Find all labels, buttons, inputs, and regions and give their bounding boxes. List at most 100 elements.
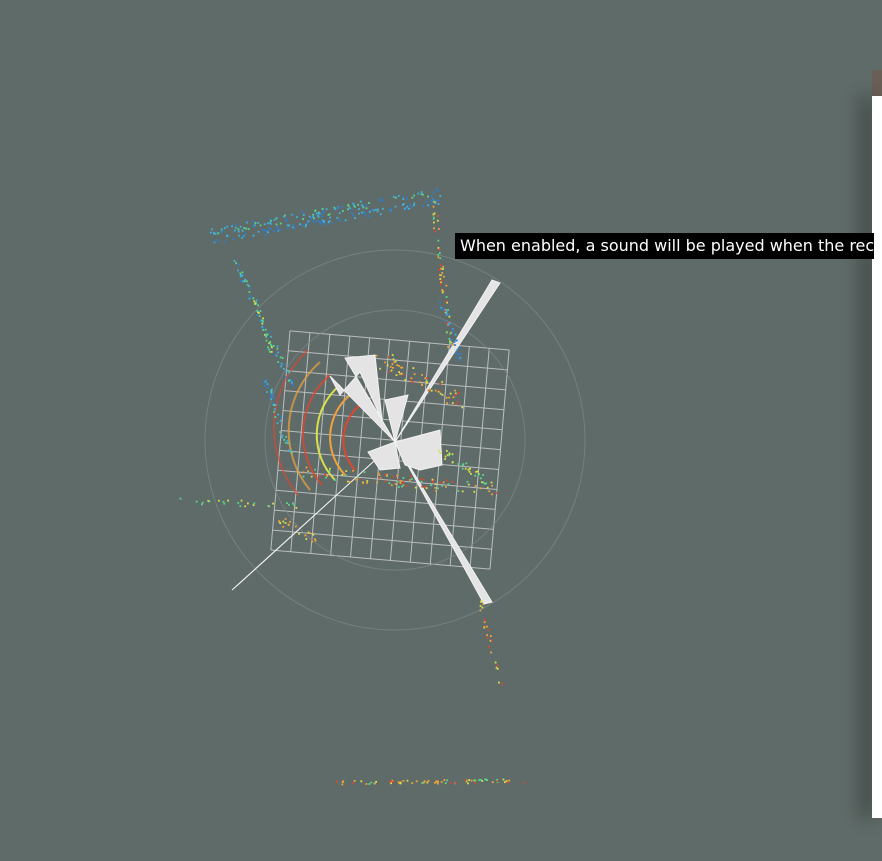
lidar-point — [444, 782, 447, 785]
lidar-point — [201, 503, 203, 506]
lidar-point — [275, 217, 278, 220]
lidar-point — [338, 212, 341, 214]
lidar-point — [388, 355, 390, 358]
lidar-point — [278, 228, 281, 231]
lidar-point — [377, 472, 380, 475]
lidar-point — [504, 781, 506, 783]
lidar-point — [426, 781, 429, 784]
lidar-point — [270, 390, 273, 393]
lidar-point — [402, 195, 405, 198]
lidar-point — [445, 486, 447, 488]
lidar-point — [254, 222, 257, 224]
lidar-point — [368, 215, 371, 218]
lidar-point — [388, 370, 391, 373]
lidar-point — [267, 222, 269, 225]
lidar-point — [345, 470, 348, 472]
lidar-point — [384, 473, 387, 476]
lidar-point — [446, 779, 449, 782]
lidar-point — [321, 210, 324, 213]
lidar-point — [213, 232, 215, 234]
lidar-point — [454, 782, 457, 785]
lidar-point — [491, 781, 494, 784]
lidar-point — [398, 371, 400, 373]
lidar-point — [442, 481, 445, 484]
lidar-point — [257, 304, 259, 307]
lidar-point — [491, 484, 493, 487]
lidar-point — [283, 215, 285, 218]
lidar-point — [267, 231, 269, 234]
grid-line — [469, 348, 490, 568]
lidar-point — [368, 783, 371, 785]
lidar-point — [223, 502, 226, 505]
grid-line — [449, 346, 470, 566]
lidar-point — [269, 227, 272, 230]
lidar-point — [420, 480, 423, 483]
lidar-point — [314, 538, 316, 540]
lidar-point — [402, 477, 405, 479]
lidar-point — [427, 195, 429, 198]
lidar-point — [436, 215, 439, 217]
lidar-point — [411, 205, 414, 208]
lidar-point — [280, 415, 283, 418]
lidar-point — [414, 486, 417, 489]
lidar-point — [410, 379, 413, 382]
lidar-point — [275, 354, 278, 357]
lidar-point — [274, 416, 277, 418]
lidar-point — [270, 395, 273, 398]
lidar-point — [436, 190, 439, 193]
lidar-point — [347, 480, 349, 483]
lidar-point — [201, 501, 204, 504]
lidar-point — [409, 204, 411, 207]
grid-line — [289, 330, 510, 351]
lidar-point — [239, 272, 242, 275]
lidar-point — [227, 499, 229, 502]
lidar-point — [508, 779, 511, 782]
lidar-point — [411, 196, 414, 199]
lidar-point — [439, 283, 442, 285]
lidar-point — [489, 635, 492, 637]
lidar-point — [233, 229, 236, 232]
lidar-point — [410, 377, 413, 380]
lidar-point — [276, 422, 279, 424]
lidar-point — [244, 278, 247, 281]
lidar-point — [473, 490, 476, 493]
lidar-point — [496, 780, 499, 783]
lidar-point — [397, 195, 400, 197]
lidar-point — [282, 520, 285, 523]
lidar-point — [365, 783, 368, 785]
lidar-point — [447, 313, 450, 316]
3d-point-cloud-viewport[interactable] — [0, 0, 882, 861]
lidar-point — [329, 216, 331, 219]
lidar-point — [438, 248, 441, 251]
lidar-point — [391, 354, 394, 356]
lidar-point — [468, 471, 471, 473]
lidar-point — [467, 483, 470, 486]
lidar-point — [482, 474, 484, 476]
lidar-point — [288, 379, 290, 382]
lidar-point — [434, 389, 437, 392]
lidar-point — [294, 525, 297, 528]
lidar-point — [455, 349, 458, 351]
lidar-point — [279, 431, 281, 433]
lidar-point — [256, 310, 259, 312]
lidar-point — [231, 225, 233, 228]
lidar-point — [325, 476, 327, 479]
side-panel[interactable] — [872, 96, 882, 818]
lidar-point — [404, 379, 407, 381]
lidar-point — [179, 497, 182, 500]
lidar-point — [302, 475, 305, 478]
lidar-point — [459, 353, 462, 356]
lidar-point — [207, 500, 210, 502]
lidar-point — [317, 214, 320, 217]
lidar-point — [269, 351, 271, 353]
lidar-point — [420, 191, 423, 193]
lidar-point — [226, 225, 229, 228]
grid-line — [276, 489, 496, 510]
lidar-point — [464, 467, 467, 470]
lidar-point — [277, 361, 280, 363]
lidar-point — [445, 300, 447, 303]
lidar-point — [474, 474, 477, 477]
lidar-point — [341, 783, 344, 786]
lidar-point — [439, 252, 441, 254]
lidar-point — [479, 605, 482, 607]
